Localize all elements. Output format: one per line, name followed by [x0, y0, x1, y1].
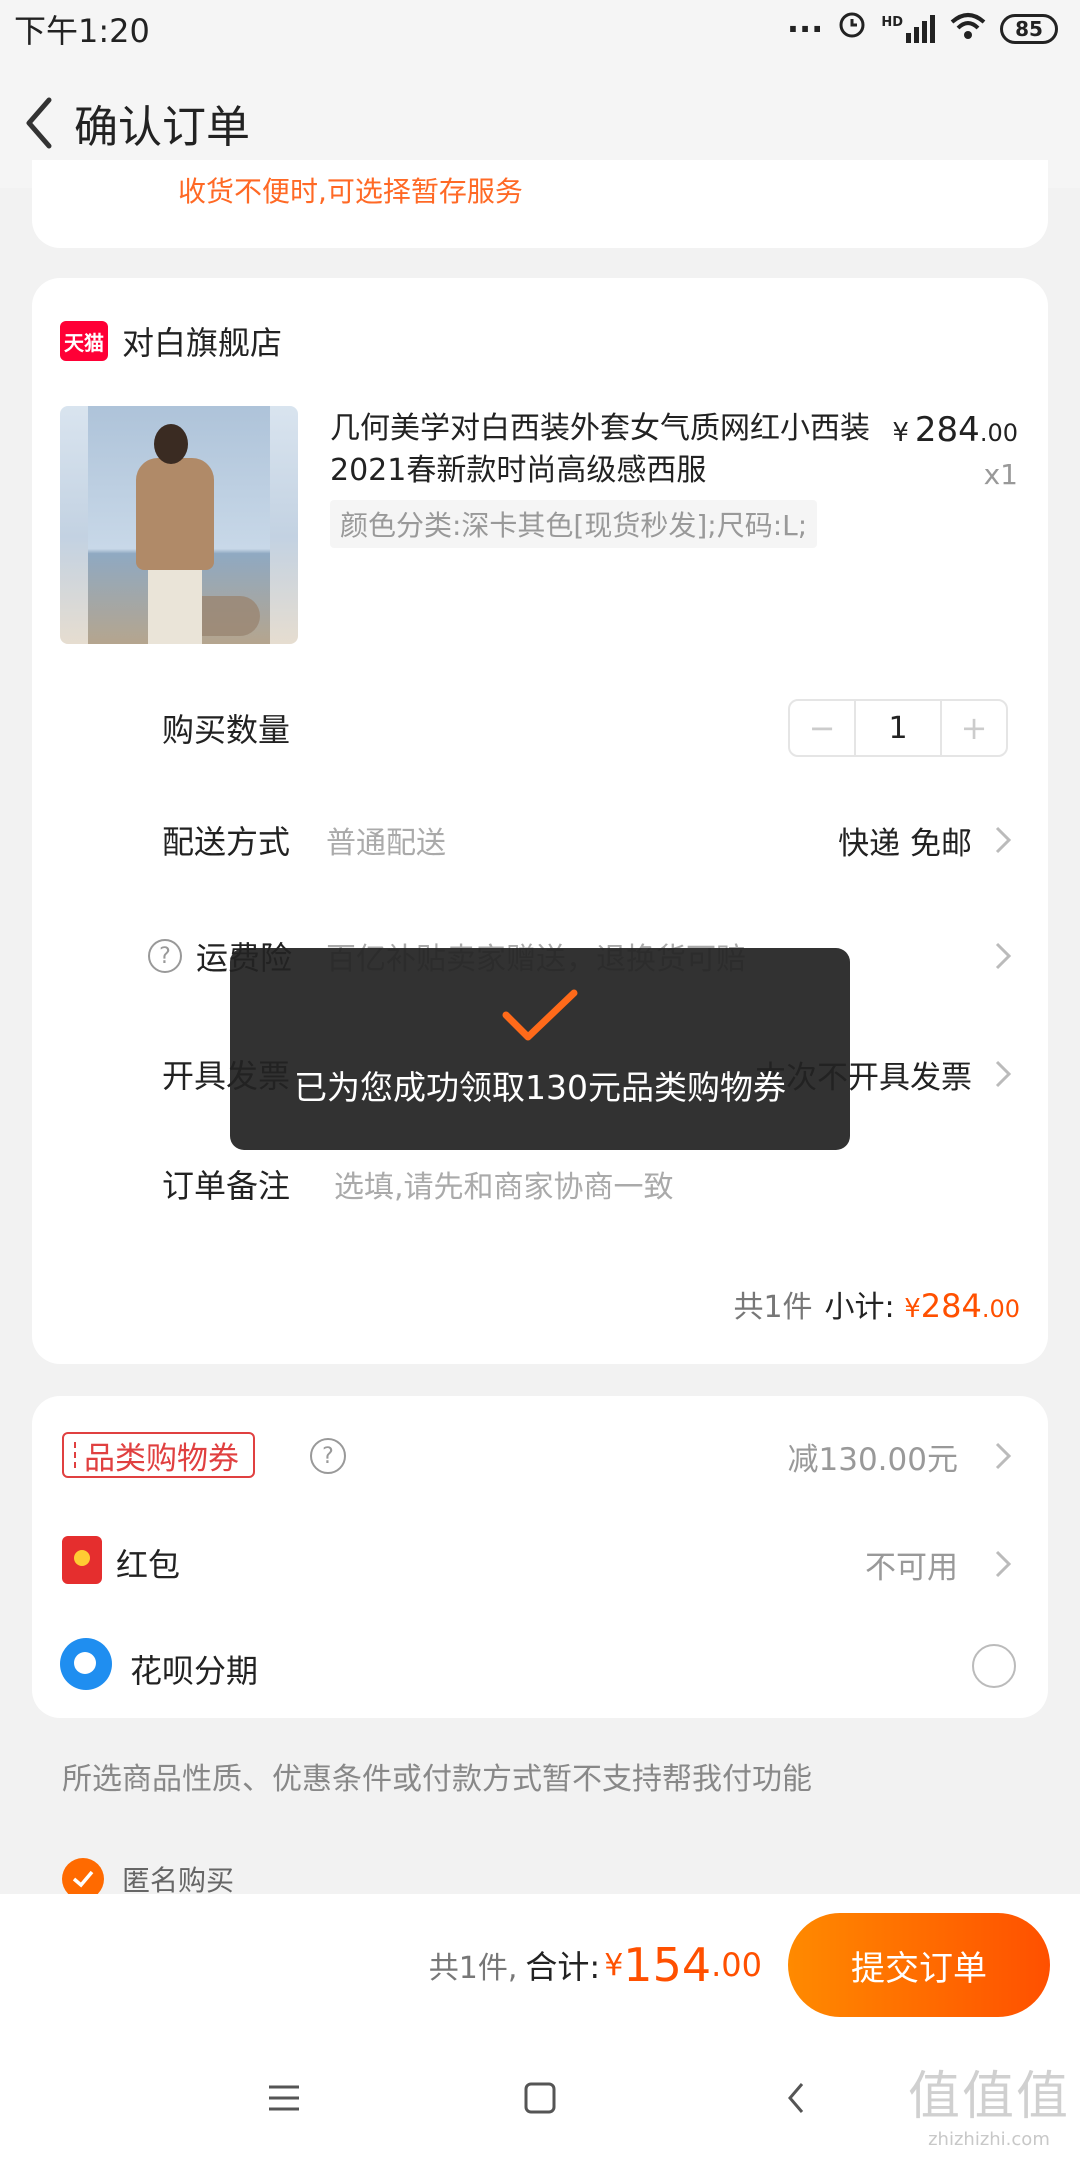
system-nav-bar: 值值值 zhizhizhi.com	[0, 2036, 1080, 2160]
status-icons: ··· HD 85	[787, 10, 1058, 48]
subtotal: 共1件 小计: ¥284.00	[733, 1282, 1020, 1326]
battery-icon: 85	[1000, 14, 1058, 44]
nav-back-icon[interactable]	[766, 2068, 826, 2128]
delivery-row[interactable]: 配送方式 普通配送 快递 免邮	[32, 810, 1048, 870]
help-icon[interactable]: ?	[310, 1438, 346, 1474]
total-amount: 154	[623, 1938, 712, 1992]
remark-label: 订单备注	[162, 1167, 291, 1205]
delivery-value: 快递 免邮	[838, 825, 972, 862]
status-time: 下午1:20	[14, 12, 150, 50]
price-dec: .00	[979, 419, 1018, 447]
home-icon[interactable]	[510, 2068, 570, 2128]
chevron-right-icon	[988, 820, 1018, 860]
shop-name[interactable]: 对白旗舰店	[122, 318, 282, 364]
subtotal-count: 共1件	[733, 1290, 813, 1325]
quantity-row: 购买数量 − 1 +	[32, 698, 1048, 758]
address-hint: 收货不便时,可选择暂存服务	[178, 175, 523, 208]
status-bar: 下午1:20 ··· HD 85	[0, 0, 1080, 58]
product-qty: x1	[983, 458, 1018, 491]
decrease-button[interactable]: −	[790, 701, 854, 755]
product-price: ¥284.00	[892, 410, 1018, 450]
alarm-icon	[837, 10, 867, 48]
huabei-icon	[60, 1638, 112, 1690]
wifi-icon	[950, 10, 986, 48]
chevron-right-icon[interactable]	[988, 1544, 1018, 1584]
huabei-label: 花呗分期	[130, 1652, 259, 1690]
chevron-right-icon	[988, 936, 1018, 976]
price-int: 284	[914, 410, 980, 450]
toast-message: 已为您成功领取130元品类购物券	[294, 1068, 786, 1107]
product-image[interactable]	[60, 406, 298, 644]
total-label: 合计:	[525, 1948, 601, 1986]
anonymous-label: 匿名购买	[122, 1864, 235, 1897]
price-currency: ¥	[892, 418, 909, 448]
subtotal-amount: ¥284.00	[904, 1287, 1020, 1325]
product-title[interactable]: 几何美学对白西装外套女气质网红小西装2021春新款时尚高级感西服	[330, 408, 890, 492]
total-count: 共1件,	[428, 1951, 518, 1986]
checkout-bar: 共1件, 合计: ¥ 154 .00 提交订单	[0, 1894, 1080, 2036]
quantity-value[interactable]: 1	[854, 701, 942, 755]
more-dots: ···	[786, 10, 824, 48]
back-icon[interactable]	[8, 83, 68, 163]
total-decimal: .00	[711, 1946, 762, 1984]
order-card: 天猫 对白旗舰店 几何美学对白西装外套女气质网红小西装2021春新款时尚高级感西…	[32, 278, 1048, 1364]
tmall-icon: 天猫	[60, 321, 108, 361]
coupon-tag: 品类购物券	[62, 1432, 255, 1478]
watermark: 值值值 zhizhizhi.com	[908, 2054, 1070, 2150]
signal-icon: HD	[881, 15, 936, 43]
menu-icon[interactable]	[254, 2068, 314, 2128]
watermark-url: zhizhizhi.com	[928, 2129, 1050, 2150]
red-packet-icon	[62, 1536, 102, 1584]
success-toast: 已为您成功领取130元品类购物券	[230, 948, 850, 1150]
shop-row[interactable]: 天猫 对白旗舰店	[60, 318, 282, 364]
coupon-value[interactable]: 减130.00元	[788, 1434, 958, 1479]
huabei-radio[interactable]	[972, 1644, 1016, 1688]
delivery-label: 配送方式	[162, 823, 291, 861]
redpack-label: 红包	[116, 1546, 181, 1584]
redpack-value[interactable]: 不可用	[865, 1542, 958, 1587]
subtotal-label: 小计:	[824, 1290, 895, 1325]
quantity-label: 购买数量	[162, 711, 291, 749]
increase-button[interactable]: +	[942, 701, 1006, 755]
chevron-right-icon	[988, 1054, 1018, 1094]
help-icon[interactable]: ?	[148, 939, 182, 973]
checkmark-icon	[502, 989, 578, 1047]
notice-text: 所选商品性质、优惠条件或付款方式暂不支持帮我付功能	[62, 1762, 812, 1797]
submit-order-button[interactable]: 提交订单	[788, 1913, 1050, 2017]
product-sku[interactable]: 颜色分类:深卡其色[现货秒发];尺码:L;	[330, 500, 818, 548]
quantity-stepper: − 1 +	[788, 699, 1008, 757]
benefits-card: 品类购物券 ? 减130.00元 红包 不可用 花呗分期	[32, 1396, 1048, 1718]
remark-row: 订单备注 选填,请先和商家协商一致	[32, 1154, 1048, 1214]
remark-input[interactable]: 选填,请先和商家协商一致	[334, 1162, 674, 1206]
delivery-method: 普通配送	[326, 826, 446, 861]
chevron-right-icon[interactable]	[988, 1436, 1018, 1476]
watermark-logo: 值值值	[907, 2067, 1070, 2127]
battery-level: 85	[1015, 17, 1043, 41]
total-currency: ¥	[604, 1947, 624, 1983]
page-title: 确认订单	[74, 102, 250, 153]
address-card: 收货不便时,可选择暂存服务	[32, 160, 1048, 248]
network-type-label: HD	[881, 15, 903, 30]
